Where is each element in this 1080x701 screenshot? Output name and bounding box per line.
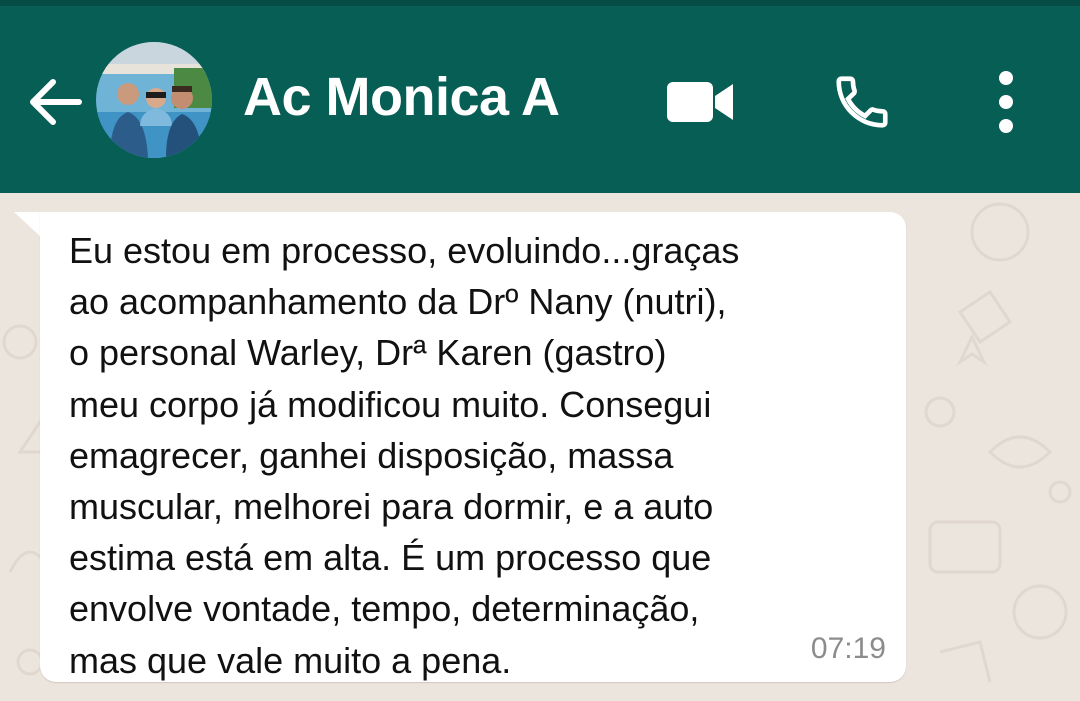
back-button[interactable] [22, 70, 86, 134]
chat-screen: Ac Monica A Eu estou em processo, evolui… [0, 0, 1080, 701]
bubble-tail [14, 212, 42, 238]
status-bar-strip [0, 0, 1080, 6]
avatar[interactable] [96, 42, 212, 158]
back-arrow-icon [30, 79, 82, 125]
video-call-icon [667, 82, 733, 122]
more-options-icon [999, 71, 1013, 133]
contact-avatar-image [96, 42, 212, 158]
chat-header: Ac Monica A [0, 0, 1080, 193]
incoming-message-bubble[interactable]: Eu estou em processo, evoluindo...graças… [40, 212, 906, 682]
more-options-button[interactable] [978, 66, 1034, 138]
message-timestamp: 07:19 [810, 632, 886, 665]
contact-name[interactable]: Ac Monica A [243, 66, 560, 128]
message-text: Eu estou em processo, evoluindo...graças… [69, 230, 740, 681]
phone-icon [836, 76, 888, 128]
voice-call-button[interactable] [826, 68, 898, 136]
video-call-button[interactable] [660, 70, 740, 134]
